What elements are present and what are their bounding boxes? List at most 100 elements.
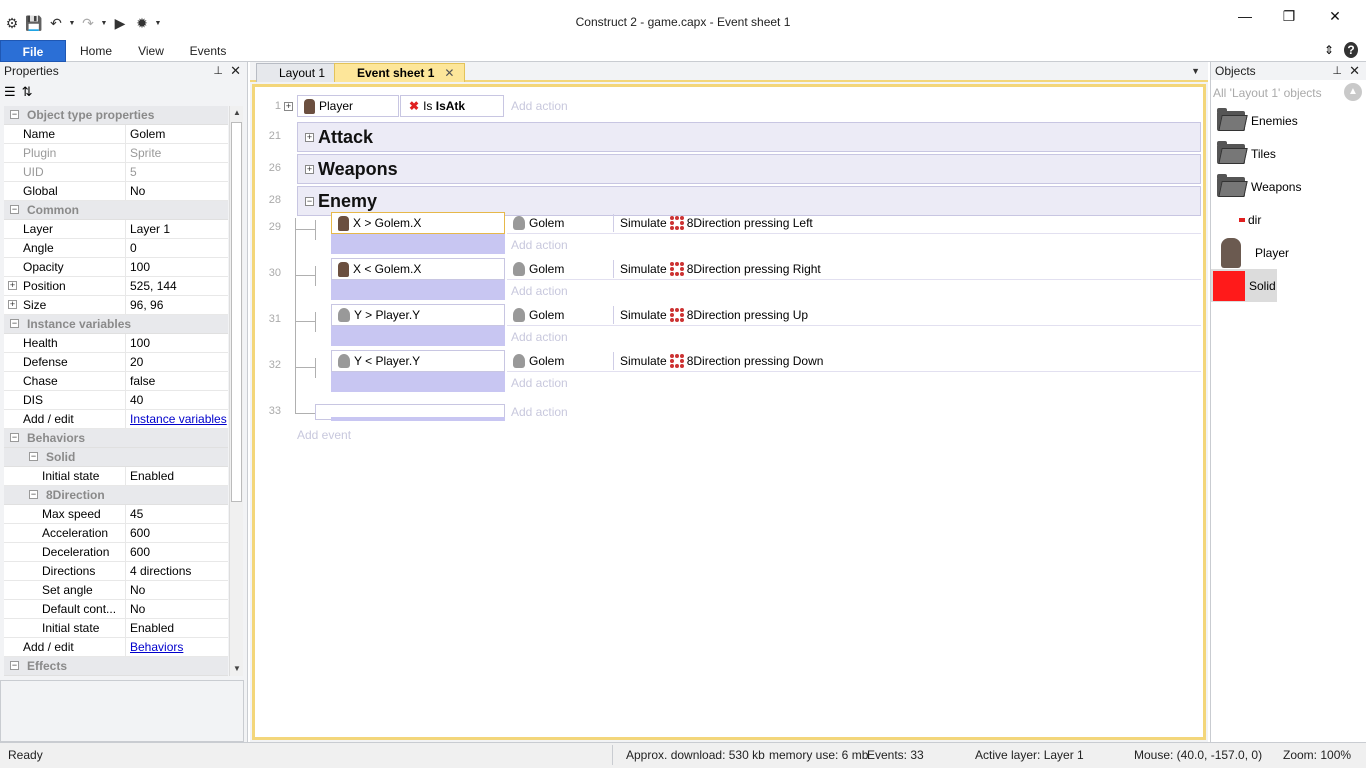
expand-icon[interactable]: + — [284, 102, 293, 111]
property-row[interactable]: Deceleration 600 — [4, 543, 228, 562]
action-row[interactable]: Golem Simulate 8Direction pressing Down — [507, 350, 1201, 372]
maximize-button[interactable]: ❐ — [1266, 4, 1312, 28]
tab-list-dropdown-icon[interactable]: ▼ — [1191, 66, 1200, 76]
condition-isatk[interactable]: ✖ Is IsAtk — [400, 95, 504, 117]
add-event-link[interactable]: Add event — [297, 428, 351, 442]
property-value[interactable]: 600 — [126, 524, 228, 542]
tab-events[interactable]: Events — [182, 40, 234, 62]
action-row[interactable]: Golem Simulate 8Direction pressing Left — [507, 212, 1201, 234]
property-value[interactable]: Behaviors — [126, 638, 228, 656]
property-value[interactable]: false — [126, 372, 228, 390]
property-row[interactable]: Add / edit Behaviors — [4, 638, 228, 657]
property-category[interactable]: − Solid — [4, 448, 228, 467]
property-link[interactable]: Instance variables — [130, 412, 227, 426]
property-category[interactable]: − Common — [4, 201, 228, 220]
scroll-thumb[interactable] — [231, 122, 242, 502]
property-category[interactable]: −8Direction — [4, 486, 228, 505]
property-value[interactable]: Layer 1 — [126, 220, 228, 238]
action-row[interactable]: Golem Simulate 8Direction pressing Up — [507, 304, 1201, 326]
property-category[interactable]: − Effects — [4, 657, 228, 676]
condition-block[interactable]: X < Golem.X — [331, 258, 505, 280]
close-tab-icon[interactable]: ✕ — [444, 66, 454, 80]
property-row[interactable]: + Position 525, 144 — [4, 277, 228, 296]
group-weapons[interactable]: + Weapons — [297, 154, 1201, 184]
property-value[interactable]: 20 — [126, 353, 228, 371]
property-row[interactable]: Angle 0 — [4, 239, 228, 258]
collapse-icon[interactable]: − — [10, 433, 19, 442]
property-row[interactable]: Layer Layer 1 — [4, 220, 228, 239]
property-value[interactable]: 5 — [126, 163, 228, 181]
property-value[interactable]: 525, 144 — [126, 277, 228, 295]
condition-block[interactable]: Y > Player.Y — [331, 304, 505, 326]
property-category[interactable]: − Instance variables — [4, 315, 228, 334]
property-row[interactable]: Set angle No — [4, 581, 228, 600]
property-value[interactable]: 0 — [126, 239, 228, 257]
property-value[interactable]: 600 — [126, 543, 228, 561]
collapse-ribbon-icon[interactable]: ⇕ — [1322, 42, 1336, 58]
add-action-link[interactable]: Add action — [511, 376, 568, 390]
property-link[interactable]: Behaviors — [130, 640, 183, 654]
expand-icon[interactable]: + — [8, 281, 17, 290]
property-value[interactable]: 40 — [126, 391, 228, 409]
property-row[interactable]: Acceleration 600 — [4, 524, 228, 543]
property-row[interactable]: Global No — [4, 182, 228, 201]
pin-icon[interactable]: ⊥ — [213, 62, 223, 80]
property-value[interactable]: 96, 96 — [126, 296, 228, 314]
property-value[interactable]: 4 directions — [126, 562, 228, 580]
property-row[interactable]: Max speed 45 — [4, 505, 228, 524]
property-category[interactable]: − Behaviors — [4, 429, 228, 448]
object-item-enemies[interactable]: Enemies — [1211, 104, 1366, 137]
property-row[interactable]: Health 100 — [4, 334, 228, 353]
collapse-icon[interactable]: − — [10, 205, 19, 214]
property-row[interactable]: Defense 20 — [4, 353, 228, 372]
tab-layout-1[interactable]: Layout 1 — [256, 63, 337, 82]
object-item-weapons[interactable]: Weapons — [1211, 170, 1366, 203]
collapse-icon[interactable]: − — [29, 490, 38, 499]
property-row[interactable]: Opacity 100 — [4, 258, 228, 277]
collapse-icon[interactable]: − — [10, 661, 19, 670]
expand-icon[interactable]: + — [305, 165, 314, 174]
close-icon[interactable]: ✕ — [1349, 62, 1360, 80]
add-action-link[interactable]: Add action — [511, 405, 568, 419]
property-row[interactable]: Directions 4 directions — [4, 562, 228, 581]
property-category[interactable]: − Object type properties — [4, 106, 228, 125]
group-attack[interactable]: + Attack — [297, 122, 1201, 152]
property-row[interactable]: + Size 96, 96 — [4, 296, 228, 315]
help-icon[interactable]: ? — [1344, 42, 1358, 58]
property-row[interactable]: Name Golem — [4, 125, 228, 144]
property-value[interactable]: 100 — [126, 334, 228, 352]
property-value[interactable]: Sprite — [126, 144, 228, 162]
property-row[interactable]: UID 5 — [4, 163, 228, 182]
objects-filter[interactable]: All 'Layout 1' objects ▲ — [1213, 82, 1366, 104]
pin-icon[interactable]: ⊥ — [1332, 62, 1342, 80]
property-value[interactable]: 45 — [126, 505, 228, 523]
sort-alpha-icon[interactable]: ⇅ — [22, 84, 33, 100]
condition-block[interactable]: X > Golem.X — [331, 212, 505, 234]
expand-icon[interactable]: + — [305, 133, 314, 142]
properties-scrollbar[interactable]: ▲ ▼ — [229, 106, 243, 676]
event-object-player[interactable]: Player — [297, 95, 399, 117]
minimize-button[interactable]: — — [1222, 4, 1268, 28]
condition-block[interactable]: Y < Player.Y — [331, 350, 505, 372]
collapse-icon[interactable]: − — [29, 452, 38, 461]
property-value[interactable]: No — [126, 581, 228, 599]
collapse-icon[interactable]: − — [305, 197, 314, 206]
add-action-link[interactable]: Add action — [511, 284, 568, 298]
object-item-solid[interactable]: Solid — [1211, 269, 1366, 302]
close-icon[interactable]: ✕ — [230, 62, 241, 80]
property-row[interactable]: Initial state Enabled — [4, 619, 228, 638]
scroll-down-icon[interactable]: ▼ — [230, 662, 244, 676]
add-action-link[interactable]: Add action — [511, 330, 568, 344]
property-value[interactable]: Instance variables — [126, 410, 228, 428]
property-value[interactable]: 100 — [126, 258, 228, 276]
property-value[interactable]: Enabled — [126, 467, 228, 485]
collapse-icon[interactable]: − — [10, 319, 19, 328]
object-item-tiles[interactable]: Tiles — [1211, 137, 1366, 170]
property-value[interactable]: No — [126, 600, 228, 618]
add-action-link[interactable]: Add action — [511, 238, 568, 252]
tab-event-sheet-1[interactable]: Event sheet 1 ✕ — [334, 63, 466, 82]
property-row[interactable]: Default cont... No — [4, 600, 228, 619]
object-item-player[interactable]: Player — [1211, 236, 1366, 269]
scroll-up-icon[interactable]: ▲ — [230, 106, 244, 120]
action-row[interactable]: Golem Simulate 8Direction pressing Right — [507, 258, 1201, 280]
